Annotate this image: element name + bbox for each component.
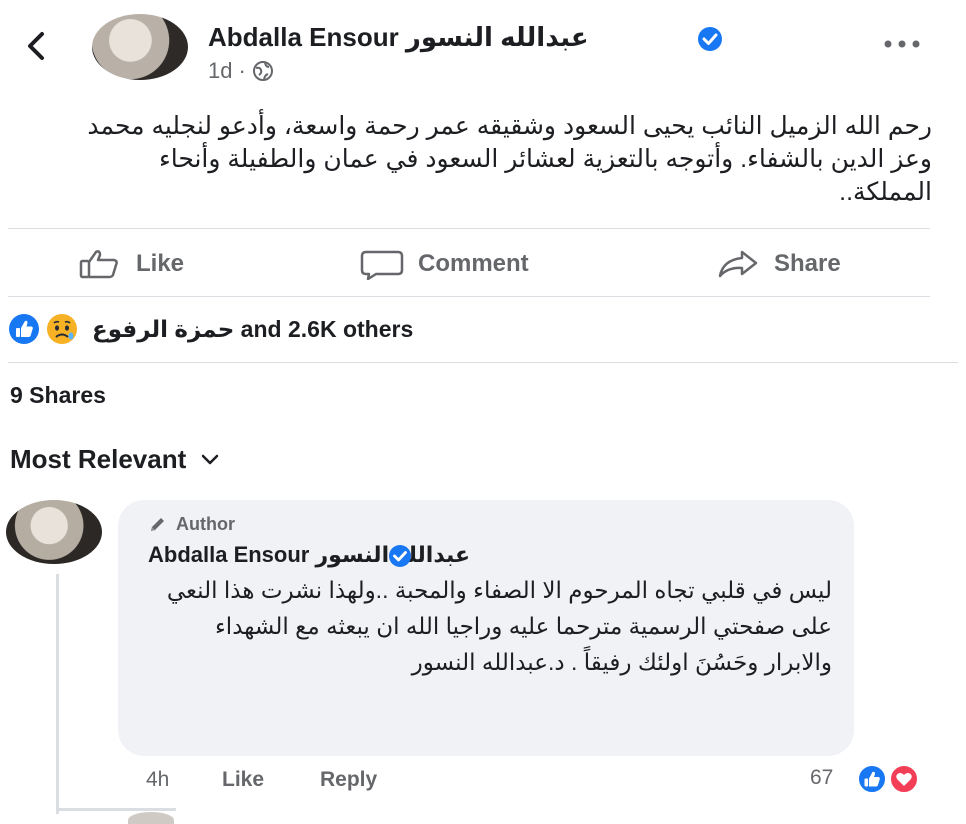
divider <box>8 362 958 363</box>
author-avatar[interactable] <box>92 14 188 80</box>
comment-reaction-count[interactable]: 67 <box>810 766 833 790</box>
share-icon <box>718 250 758 278</box>
verified-icon <box>698 27 722 51</box>
author-badge-label: Author <box>176 514 235 534</box>
post-text: رحم الله الزميل النائب يحيى السعود وشقيق… <box>87 112 932 206</box>
thread-line <box>56 808 176 811</box>
post-time[interactable]: 1d <box>208 58 232 84</box>
globe-icon <box>252 61 273 81</box>
like-button[interactable]: Like <box>78 246 184 282</box>
comment-text: ليس في قلبي تجاه المرحوم الا الصفاء والم… <box>166 577 832 675</box>
like-reaction-icon <box>857 764 887 794</box>
reaction-icons <box>8 313 82 345</box>
post-actions: Like Comment Share <box>0 238 966 290</box>
comment-label: Comment <box>418 250 529 277</box>
love-reaction-icon <box>889 764 919 794</box>
like-icon <box>79 250 118 279</box>
back-arrow-icon[interactable] <box>18 28 54 64</box>
next-comment-avatar <box>128 812 174 824</box>
sort-label: Most Relevant <box>10 444 187 474</box>
verified-icon <box>389 545 411 567</box>
author-badge: Author <box>148 514 235 535</box>
more-options-icon[interactable] <box>880 34 924 54</box>
divider <box>8 228 930 229</box>
comment-reply-button[interactable]: Reply <box>320 768 377 792</box>
reactions-summary[interactable]: حمزة الرفوع and 2.6K others <box>8 312 413 346</box>
comment-bubble: Author Abdalla Ensour عبدالله النسور ليس… <box>118 500 854 756</box>
share-button[interactable]: Share <box>716 246 841 282</box>
like-label: Like <box>136 250 185 277</box>
author-name[interactable]: Abdalla Ensour عبدالله النسور <box>208 22 589 53</box>
meta-separator: · <box>238 58 246 83</box>
sad-reaction-icon <box>47 314 77 344</box>
share-label: Share <box>774 250 841 277</box>
comment-footer: 4h Like Reply 67 <box>0 762 966 798</box>
comment-time[interactable]: 4h <box>146 768 169 792</box>
pencil-icon <box>151 517 164 531</box>
post-meta: 1d · <box>208 58 274 84</box>
divider <box>8 296 930 297</box>
chevron-down-icon <box>202 454 219 464</box>
comment-sort-dropdown[interactable]: Most Relevant <box>10 444 220 475</box>
comment-icon <box>360 250 404 280</box>
commenter-avatar[interactable] <box>6 500 102 564</box>
like-reaction-icon <box>9 314 39 344</box>
comment-like-button[interactable]: Like <box>222 768 264 792</box>
comment-button[interactable]: Comment <box>360 246 529 282</box>
comment-author-name[interactable]: Abdalla Ensour عبدالله النسور <box>148 542 470 568</box>
reactors-text: حمزة الرفوع and 2.6K others <box>92 315 414 342</box>
shares-count[interactable]: 9 Shares <box>10 382 106 409</box>
post-header: Abdalla Ensour عبدالله النسور 1d · <box>0 0 966 100</box>
